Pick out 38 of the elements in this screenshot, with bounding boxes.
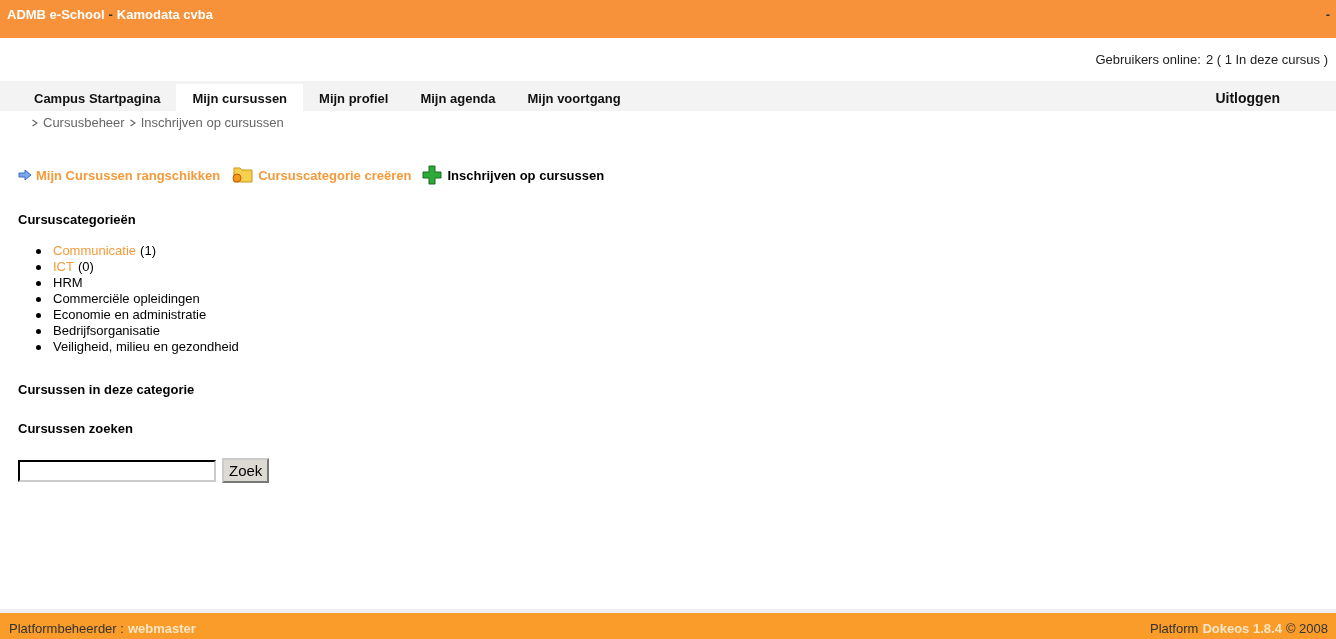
admin-label: Platformbeheerder : — [9, 621, 124, 636]
breadcrumb-link[interactable]: Inschrijven op cursussen — [140, 115, 284, 130]
nav-tab[interactable]: Mijn agenda — [404, 84, 512, 111]
plus-icon — [421, 164, 444, 186]
category-name: Economie en administratie — [53, 307, 207, 323]
users-online-count: 2 ( 1 In deze cursus ) — [1205, 52, 1328, 67]
search-field[interactable] — [18, 459, 216, 482]
nav-tab[interactable]: Mijn cursussen — [176, 84, 304, 111]
bullet-icon — [36, 248, 41, 254]
bullet-icon — [36, 296, 41, 302]
bullet-icon — [36, 264, 41, 270]
nav-tab[interactable]: Mijn profiel — [303, 84, 405, 111]
folder-gear-icon — [230, 165, 255, 185]
users-online-label: Gebruikers online: — [1095, 52, 1201, 67]
copyright-text: © 2008 — [1285, 621, 1328, 636]
category-name: HRM — [53, 275, 83, 291]
category-name: Bedrijfsorganisatie — [53, 323, 160, 339]
course-count: (0) — [77, 259, 94, 275]
platform-label: Platform — [1149, 621, 1199, 636]
arrow-right-icon — [18, 169, 32, 181]
header-mark: - — [1325, 6, 1330, 22]
section-heading: Cursuscategorieën — [17, 211, 137, 227]
bullet-icon — [36, 328, 41, 334]
nav-tab[interactable]: Mijn voortgang — [511, 84, 637, 111]
search-button[interactable]: Zoek — [222, 458, 270, 483]
bullet-icon — [36, 344, 41, 350]
category-name: Commerciële opleidingen — [53, 291, 200, 307]
bullet-icon — [36, 312, 41, 318]
bullet-icon — [36, 280, 41, 286]
category-name: Veiligheid, milieu en gezondheid — [53, 339, 239, 355]
action-link[interactable]: Inschrijven op cursussen — [447, 167, 605, 183]
breadcrumb-link[interactable]: Cursusbeheer — [43, 115, 125, 130]
logout-link[interactable]: Uitloggen — [1215, 90, 1336, 111]
section-heading: Cursussen in deze categorie — [17, 381, 196, 397]
section-heading: Cursussen zoeken — [17, 420, 134, 436]
nav-tab[interactable]: Campus Startpagina — [18, 84, 177, 111]
title-separator: - — [108, 6, 113, 22]
course-count: (1) — [140, 243, 156, 259]
